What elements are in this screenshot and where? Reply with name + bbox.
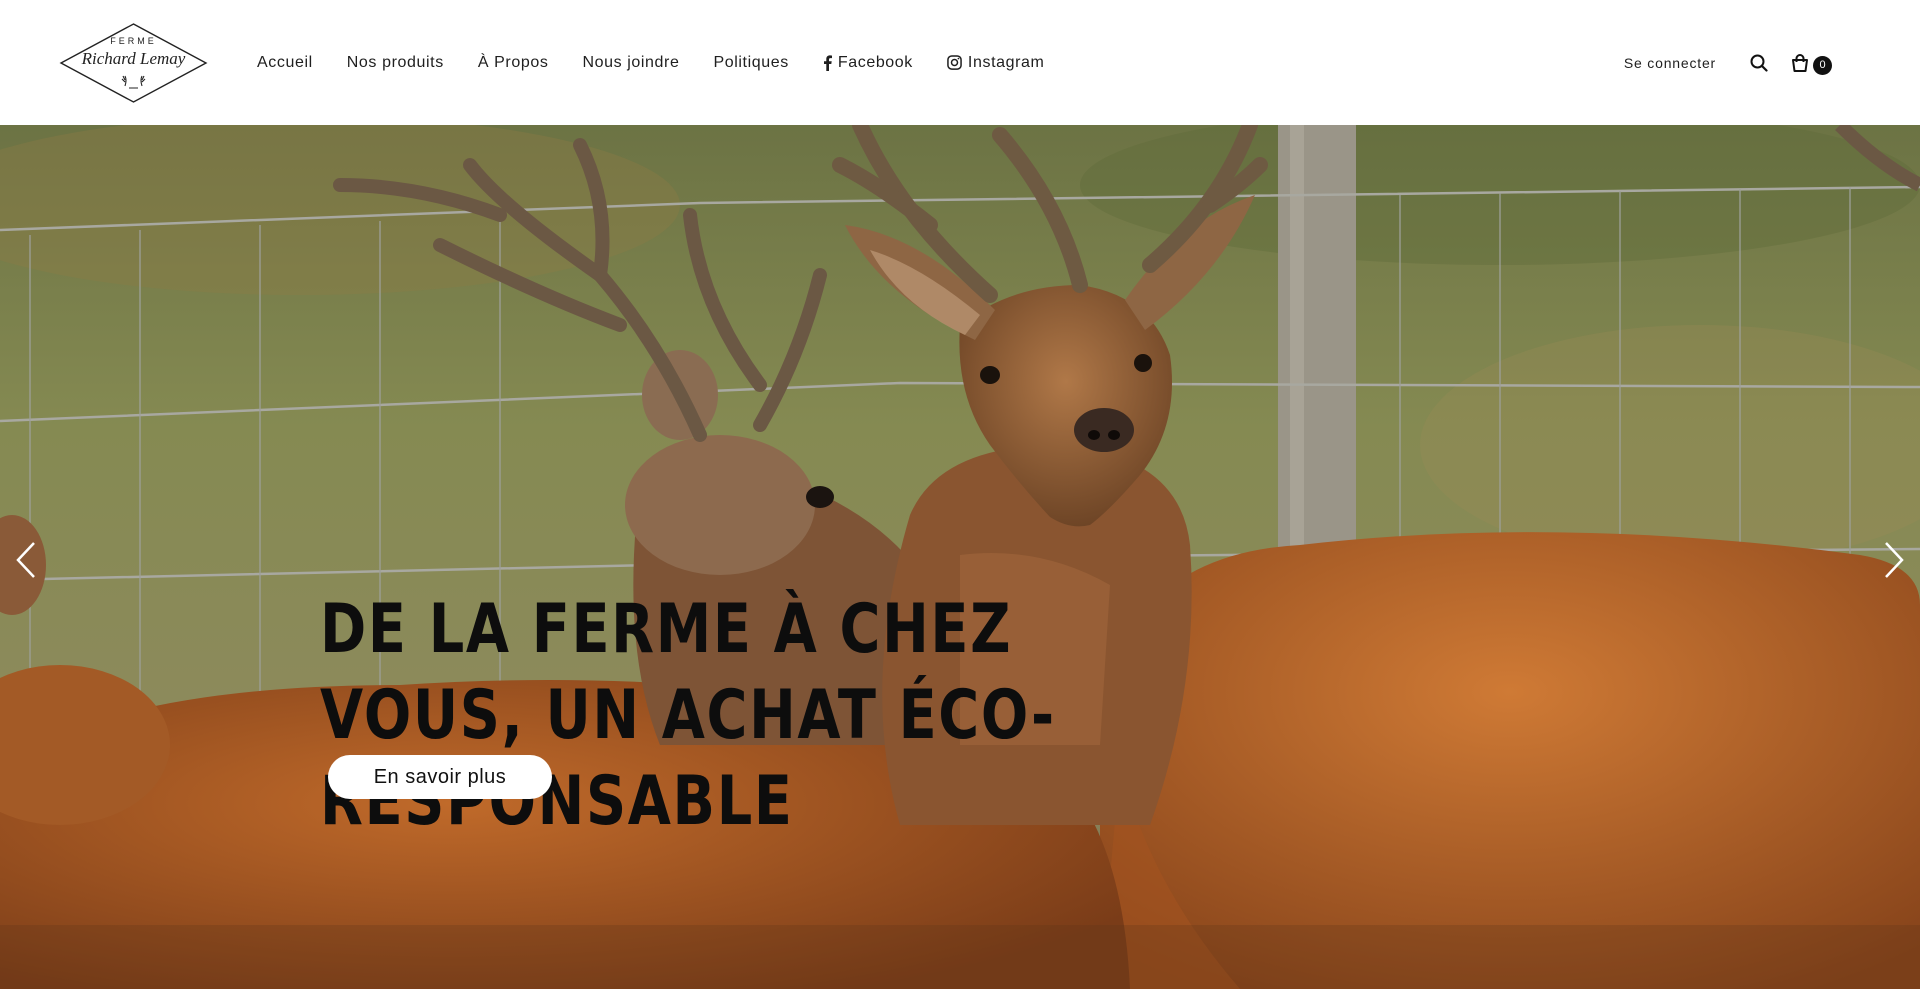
logo-main-text: Richard Lemay [81,49,186,68]
hero-slider: DE LA FERME À CHEZ VOUS, UN ACHAT ÉCO-RE… [0,125,1920,989]
nav-item-label: À Propos [477,53,549,71]
search-icon[interactable] [1750,53,1770,73]
learn-more-button[interactable]: En savoir plus [328,755,552,799]
facebook-icon [823,54,832,71]
cart-count-badge: 0 [1813,55,1832,75]
hero-image [0,125,1920,989]
nav-item-nous-joindre[interactable]: Nous joindre [582,54,679,72]
chevron-right-icon [1882,540,1906,580]
nav-item-label: Instagram [967,53,1045,71]
login-link[interactable]: Se connecter [1624,55,1716,71]
shopping-bag-icon [1790,53,1810,73]
logo-top-text: FERME [110,36,157,46]
main-nav: Accueil Nos produits À Propos Nous joind… [257,0,1078,125]
instagram-icon [947,55,962,70]
chevron-left-icon [14,540,38,580]
nav-item-accueil[interactable]: Accueil [257,54,313,72]
nav-item-instagram[interactable]: Instagram [947,54,1045,72]
site-header: FERME Richard Lemay Accueil Nos produits… [0,0,1920,125]
nav-item-label: Nos produits [346,53,444,71]
cart-button[interactable]: 0 [1790,52,1832,75]
nav-item-label: Nous joindre [582,53,680,71]
nav-item-nos-produits[interactable]: Nos produits [347,54,444,72]
nav-item-politiques[interactable]: Politiques [713,54,788,72]
nav-item-label: Politiques [713,53,789,71]
site-logo[interactable]: FERME Richard Lemay [59,22,208,104]
slider-prev-button[interactable] [9,535,43,585]
nav-item-label: Accueil [257,53,313,71]
hero-title: DE LA FERME À CHEZ VOUS, UN ACHAT ÉCO-RE… [320,590,1056,841]
header-actions: Se connecter 0 [1624,0,1832,125]
nav-item-a-propos[interactable]: À Propos [478,54,549,72]
nav-item-label: Facebook [837,53,913,71]
slider-next-button[interactable] [1877,535,1911,585]
nav-item-facebook[interactable]: Facebook [823,54,913,72]
